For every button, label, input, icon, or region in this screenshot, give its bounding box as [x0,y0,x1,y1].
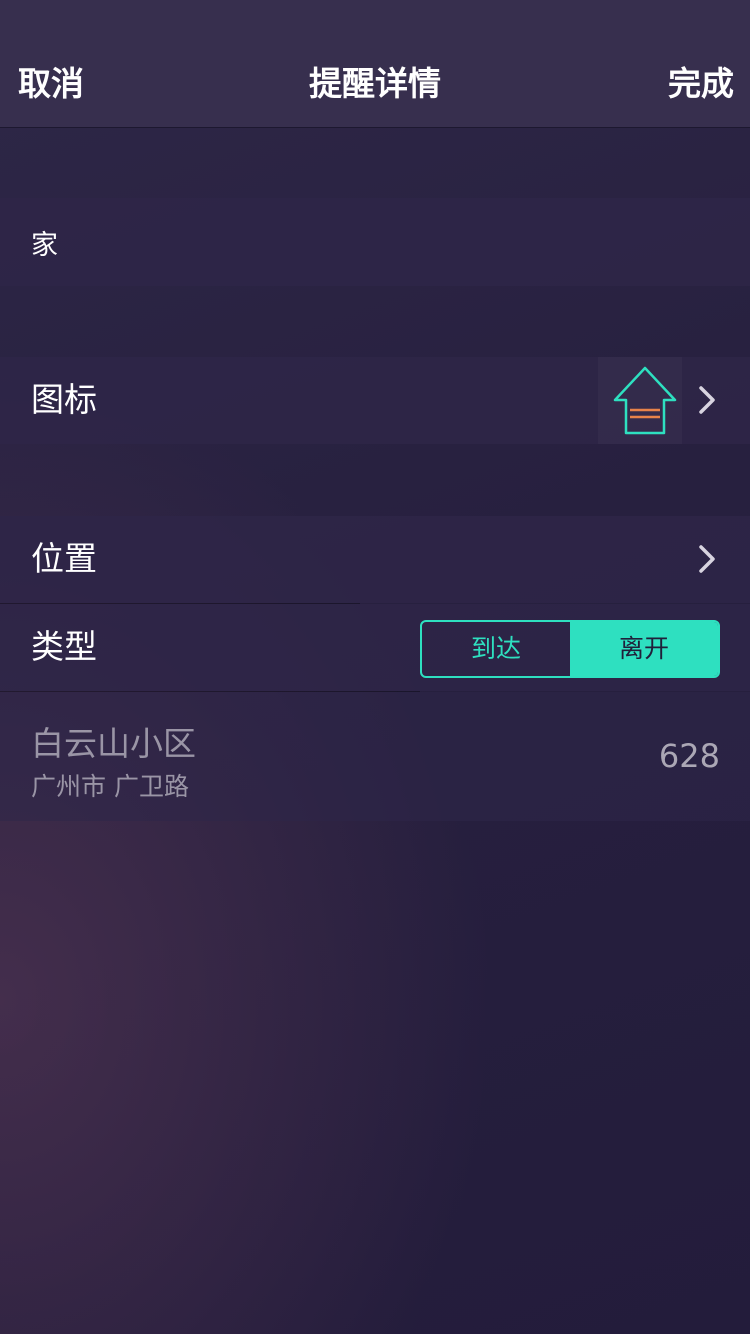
navigation-bar: 取消 提醒详情 完成 [0,0,750,128]
address-subtitle: 广州市 广卫路 [31,772,189,801]
type-segmented-control[interactable]: 到达 离开 [420,620,720,678]
type-row: 类型 到达 离开 [0,604,750,691]
address-title: 白云山小区 [31,724,196,763]
location-row-label: 位置 [31,539,97,578]
icon-row-label: 图标 [31,380,97,419]
address-row: 白云山小区 广州市 广卫路 628 [0,692,750,821]
type-row-label: 类型 [31,627,97,666]
reminder-name-input[interactable] [31,220,711,264]
page-title: 提醒详情 [309,64,441,103]
location-row[interactable]: 位置 [0,516,750,603]
house-icon [613,366,677,435]
address-number: 628 [658,737,720,775]
segment-leave[interactable]: 离开 [570,622,718,676]
chevron-right-icon[interactable] [692,542,722,576]
icon-row[interactable]: 图标 [0,357,750,444]
done-button[interactable]: 完成 [668,62,734,106]
name-row [0,198,750,286]
selected-icon-preview[interactable] [598,357,682,444]
chevron-right-icon[interactable] [692,383,722,417]
segment-arrive[interactable]: 到达 [422,622,570,676]
